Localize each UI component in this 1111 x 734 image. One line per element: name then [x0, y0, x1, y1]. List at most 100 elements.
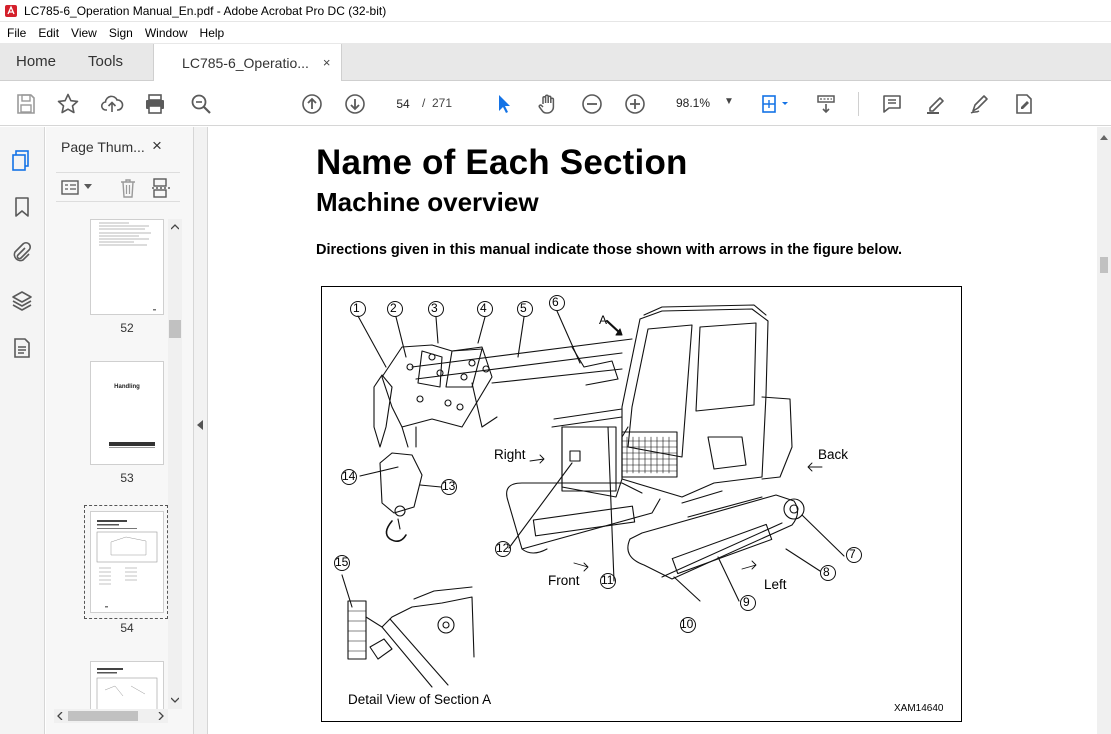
direction-left-label: Left — [764, 577, 787, 592]
tab-tools[interactable]: Tools — [72, 43, 139, 80]
callout-number: 6 — [552, 295, 559, 309]
acrobat-window: LC785-6_Operation Manual_En.pdf - Adobe … — [0, 0, 1111, 734]
select-tool-button[interactable] — [490, 90, 518, 118]
menu-sign[interactable]: Sign — [104, 26, 138, 40]
delete-trash-icon[interactable] — [118, 177, 138, 199]
tab-home[interactable]: Home — [0, 43, 72, 80]
bookmarks-icon[interactable] — [10, 195, 34, 219]
scroll-mode-icon — [817, 95, 835, 114]
fill-sign-button[interactable] — [1010, 90, 1038, 118]
draw-button[interactable] — [966, 90, 994, 118]
comment-icon — [883, 95, 901, 113]
share-upload-button[interactable] — [98, 90, 126, 118]
comment-button[interactable] — [878, 90, 906, 118]
pen-draw-icon — [970, 95, 988, 114]
page-separator: / — [422, 96, 426, 110]
callout-number: 13 — [442, 479, 456, 493]
zoom-in-button[interactable] — [621, 90, 649, 118]
scroll-left-chevron-icon[interactable] — [57, 712, 63, 720]
thumbnail-page-number: 53 — [120, 471, 134, 485]
thumbnail-preview — [109, 442, 155, 448]
thumbnail-page-selected[interactable] — [90, 511, 164, 613]
callout-number: 7 — [849, 547, 856, 561]
tab-close-icon[interactable]: × — [323, 55, 331, 70]
title-bar: LC785-6_Operation Manual_En.pdf - Adobe … — [0, 0, 1111, 22]
panel-title: Page Thum... — [61, 139, 145, 155]
navigation-rail — [0, 127, 45, 734]
attachments-paperclip-icon[interactable] — [10, 241, 34, 265]
menu-edit[interactable]: Edit — [33, 26, 64, 40]
scrollbar-thumb[interactable] — [169, 320, 181, 338]
layers-icon[interactable] — [10, 289, 34, 313]
insert-page-icon[interactable] — [151, 177, 173, 199]
zoom-out-button[interactable] — [578, 90, 606, 118]
document-vertical-scrollbar[interactable] — [1097, 127, 1111, 734]
hand-tool-button[interactable] — [534, 90, 562, 118]
collapse-left-arrow-icon[interactable] — [197, 420, 203, 430]
scrolling-mode-button[interactable] — [812, 90, 840, 118]
thumbnail-options-icon[interactable] — [60, 178, 82, 198]
thumbnail-page[interactable]: Handling — [90, 361, 164, 465]
panel-tools — [56, 172, 180, 202]
panel-close-icon[interactable]: × — [152, 136, 162, 156]
menu-file[interactable]: File — [2, 26, 31, 40]
page-thumbnails-icon[interactable] — [10, 148, 34, 172]
pointer-arrow-icon — [499, 95, 510, 113]
document-properties-icon[interactable] — [10, 336, 34, 360]
tab-home-label: Home — [16, 53, 57, 70]
acrobat-app-icon — [5, 4, 17, 17]
fit-page-button[interactable] — [758, 90, 792, 118]
tab-strip: Home Tools LC785-6_Operatio... × — [0, 43, 1111, 81]
direction-front-label: Front — [548, 573, 580, 588]
panel-collapse-handle[interactable] — [194, 127, 208, 734]
direction-right-label: Right — [494, 447, 526, 462]
zoom-dropdown-chevron-icon[interactable]: ▼ — [724, 96, 734, 107]
menu-help[interactable]: Help — [195, 26, 230, 40]
tab-tools-label: Tools — [88, 53, 124, 70]
page-number-input[interactable]: 54 — [387, 92, 419, 114]
thumbnail-vertical-scrollbar[interactable] — [168, 219, 182, 709]
callout-number: 2 — [390, 301, 397, 315]
detail-view-caption: Detail View of Section A — [348, 692, 492, 707]
excavator-line-drawing — [334, 295, 862, 688]
thumbnail-preview — [99, 222, 156, 311]
tab-document-label: LC785-6_Operatio... — [182, 54, 309, 71]
menu-window[interactable]: Window — [140, 26, 193, 40]
find-button[interactable] — [187, 90, 215, 118]
scroll-right-chevron-icon[interactable] — [158, 712, 164, 720]
menu-view[interactable]: View — [66, 26, 102, 40]
highlight-button[interactable] — [922, 90, 950, 118]
callout-number: 12 — [496, 541, 510, 555]
zoom-search-icon — [191, 94, 211, 114]
scroll-up-arrow-icon[interactable] — [1100, 135, 1108, 140]
next-page-button[interactable] — [341, 90, 369, 118]
print-button[interactable] — [141, 90, 169, 118]
scroll-up-chevron-icon[interactable] — [171, 224, 179, 230]
save-button[interactable] — [12, 90, 40, 118]
callout-number: 10 — [680, 617, 694, 631]
section-a-label: A — [599, 313, 608, 327]
callout-number: 14 — [342, 469, 356, 483]
options-chevron-down-icon[interactable] — [84, 184, 92, 190]
thumbnail-horizontal-scrollbar[interactable] — [54, 709, 168, 723]
callout-number: 8 — [823, 565, 830, 579]
menu-bar: File Edit View Sign Window Help — [0, 22, 1111, 43]
scroll-down-chevron-icon[interactable] — [171, 697, 179, 703]
thumbnail-page[interactable] — [90, 219, 164, 315]
callout-number: 1 — [353, 301, 360, 315]
highlighter-pen-icon — [927, 97, 944, 114]
direction-back-label: Back — [818, 447, 849, 462]
thumbnail-page[interactable] — [90, 661, 164, 709]
tab-document[interactable]: LC785-6_Operatio... × — [153, 44, 342, 81]
scrollbar-thumb[interactable] — [1100, 257, 1108, 273]
scrollbar-thumb[interactable] — [68, 711, 138, 721]
previous-page-button[interactable] — [298, 90, 326, 118]
document-view: Name of Each Section Machine overview Di… — [209, 127, 1097, 734]
arrow-down-circle-icon — [345, 94, 365, 114]
thumbnail-page-number: 54 — [120, 621, 134, 635]
figure-code: XAM14640 — [894, 703, 944, 714]
printer-icon — [146, 94, 164, 114]
callout-number: 15 — [335, 555, 349, 569]
bookmark-star-button[interactable] — [54, 90, 82, 118]
callout-number: 9 — [743, 595, 750, 609]
